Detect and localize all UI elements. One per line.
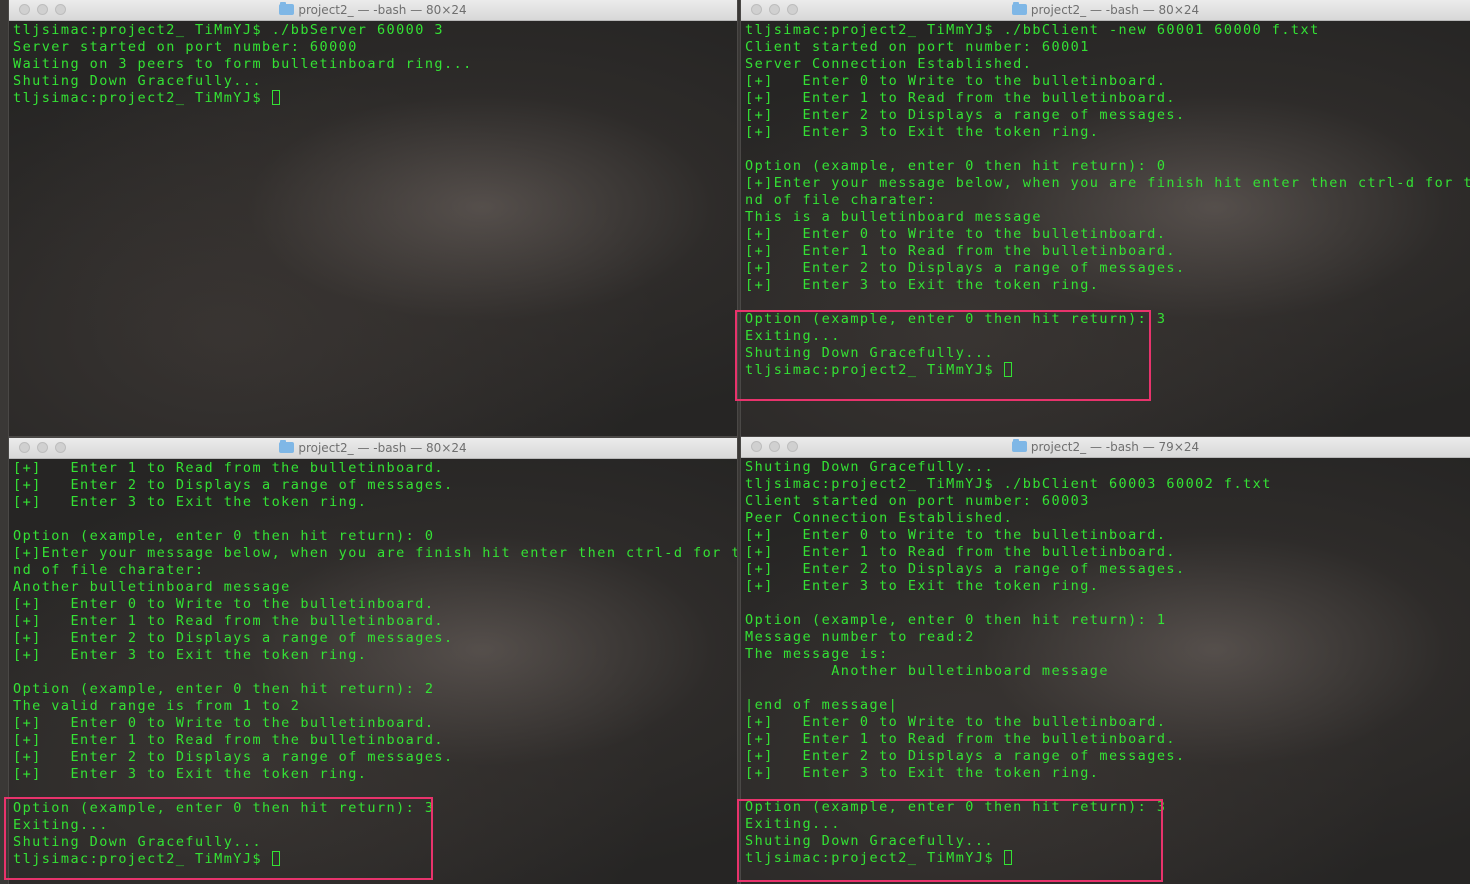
terminal-line: Server Connection Established. [745, 56, 1033, 72]
terminal-line: [+] Enter 1 to Read from the bulletinboa… [745, 90, 1176, 106]
terminal-output[interactable]: tljsimac:project2_ TiMmYJ$ ./bbServer 60… [13, 22, 733, 436]
terminal-line: Shuting Down Gracefully... [745, 459, 995, 475]
terminal-line: Server started on port number: 60000 [13, 39, 358, 55]
terminal-line: Option (example, enter 0 then hit return… [13, 528, 435, 544]
terminal-line: Client started on port number: 60001 [745, 39, 1090, 55]
terminal-line: [+] Enter 2 to Displays a range of messa… [745, 260, 1186, 276]
terminal-line: [+] Enter 3 to Exit the token ring. [745, 277, 1100, 293]
terminal-line: [+] Enter 2 to Displays a range of messa… [745, 107, 1186, 123]
terminal-line: [+] Enter 1 to Read from the bulletinboa… [745, 243, 1176, 259]
terminal-line: [+] Enter 2 to Displays a range of messa… [13, 477, 454, 493]
terminal-line: [+] Enter 0 to Write to the bulletinboar… [13, 715, 435, 731]
highlight-box [737, 799, 1163, 882]
terminal-line: [+] Enter 1 to Read from the bulletinboa… [13, 732, 444, 748]
terminal-window-server[interactable]: project2_ — -bash — 80×24 tljsimac:proje… [9, 0, 737, 436]
text-cursor [271, 90, 280, 105]
folder-icon [279, 440, 295, 453]
terminal-line: [+] Enter 0 to Write to the bulletinboar… [745, 714, 1167, 730]
terminal-line: tljsimac:project2_ TiMmYJ$ [13, 90, 733, 107]
terminal-line: [+] Enter 0 to Write to the bulletinboar… [745, 226, 1167, 242]
folder-icon [1011, 2, 1027, 15]
terminal-line: [+] Enter 2 to Displays a range of messa… [745, 748, 1186, 764]
terminal-line: [+] Enter 0 to Write to the bulletinboar… [745, 527, 1167, 543]
window-title: project2_ — -bash — 79×24 [1030, 440, 1200, 454]
highlight-box [735, 310, 1151, 401]
terminal-line: tljsimac:project2_ TiMmYJ$ ./bbClient 60… [745, 476, 1272, 492]
window-title: project2_ — -bash — 80×24 [1030, 3, 1200, 17]
terminal-line: nd of file charater: [745, 192, 937, 208]
terminal-line: tljsimac:project2_ TiMmYJ$ ./bbClient -n… [745, 22, 1320, 38]
terminal-line: Option (example, enter 0 then hit return… [13, 681, 435, 697]
terminal-line: [+] Enter 3 to Exit the token ring. [745, 578, 1100, 594]
highlight-box [4, 797, 433, 880]
terminal-line: [+] Enter 3 to Exit the token ring. [13, 494, 368, 510]
terminal-line: [+] Enter 0 to Write to the bulletinboar… [13, 596, 435, 612]
terminal-line: Peer Connection Established. [745, 510, 1014, 526]
terminal-line: Waiting on 3 peers to form bulletinboard… [13, 56, 473, 72]
terminal-line: This is a bulletinboard message [745, 209, 1042, 225]
window-titlebar[interactable]: project2_ — -bash — 80×24 [9, 438, 737, 459]
terminal-line: [+]Enter your message below, when you ar… [745, 175, 1470, 191]
terminal-line: Shuting Down Gracefully... [13, 73, 263, 89]
terminal-line: [+] Enter 3 to Exit the token ring. [13, 766, 368, 782]
window-title: project2_ — -bash — 80×24 [298, 3, 467, 17]
window-title: project2_ — -bash — 80×24 [298, 441, 467, 455]
terminal-line: Message number to read:2 [745, 629, 975, 645]
terminal-line: Another bulletinboard message [13, 579, 291, 595]
terminal-line: Another bulletinboard message [745, 663, 1109, 679]
terminal-line: [+] Enter 0 to Write to the bulletinboar… [745, 73, 1167, 89]
terminal-line: nd of file charater: [13, 562, 205, 578]
terminal-line: |end of message| [745, 697, 899, 713]
window-titlebar[interactable]: project2_ — -bash — 79×24 [741, 437, 1470, 458]
folder-icon [1011, 439, 1027, 452]
terminal-line: [+] Enter 3 to Exit the token ring. [13, 647, 368, 663]
terminal-line: Option (example, enter 0 then hit return… [745, 612, 1167, 628]
terminal-line: [+] Enter 3 to Exit the token ring. [745, 124, 1100, 140]
terminal-line: [+] Enter 3 to Exit the token ring. [745, 765, 1100, 781]
terminal-line: [+]Enter your message below, when you ar… [13, 545, 737, 561]
terminal-line: tljsimac:project2_ TiMmYJ$ ./bbServer 60… [13, 22, 444, 38]
terminal-line: The valid range is from 1 to 2 [13, 698, 301, 714]
terminal-line: [+] Enter 1 to Read from the bulletinboa… [13, 460, 444, 476]
terminal-line: Client started on port number: 60003 [745, 493, 1090, 509]
terminal-line: Option (example, enter 0 then hit return… [745, 158, 1167, 174]
window-titlebar[interactable]: project2_ — -bash — 80×24 [9, 0, 737, 21]
terminal-line: [+] Enter 2 to Displays a range of messa… [745, 561, 1186, 577]
terminal-line: [+] Enter 1 to Read from the bulletinboa… [745, 731, 1176, 747]
window-titlebar[interactable]: project2_ — -bash — 80×24 [741, 0, 1470, 21]
terminal-line: [+] Enter 2 to Displays a range of messa… [13, 749, 454, 765]
folder-icon [279, 2, 295, 15]
terminal-line: [+] Enter 2 to Displays a range of messa… [13, 630, 454, 646]
terminal-line: [+] Enter 1 to Read from the bulletinboa… [745, 544, 1176, 560]
terminal-line: The message is: [745, 646, 889, 662]
terminal-line: [+] Enter 1 to Read from the bulletinboa… [13, 613, 444, 629]
